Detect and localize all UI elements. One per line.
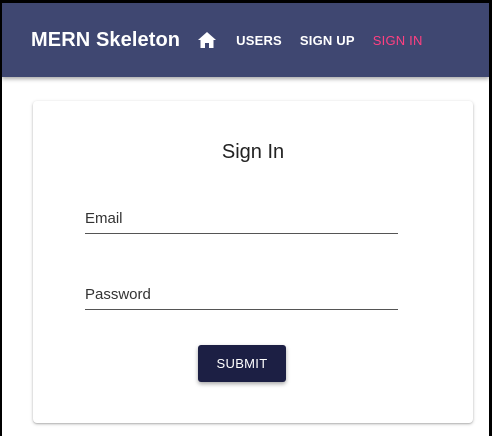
submit-button[interactable]: SUBMIT — [198, 345, 286, 382]
nav-users[interactable]: USERS — [236, 33, 282, 48]
card-title: Sign In — [221, 141, 285, 163]
nav-sign-up[interactable]: SIGN UP — [300, 33, 355, 48]
sign-in-card: Sign In Email Password SUBMIT — [33, 101, 473, 423]
app-bar: MERN Skeleton USERS SIGN UP SIGN IN — [2, 3, 489, 77]
home-button[interactable] — [194, 27, 220, 53]
email-input[interactable] — [85, 214, 398, 231]
email-field[interactable]: Email — [85, 207, 398, 234]
brand-title: MERN Skeleton — [31, 28, 181, 51]
nav-sign-in[interactable]: SIGN IN — [373, 33, 423, 48]
password-input[interactable] — [85, 290, 398, 307]
home-icon — [198, 32, 217, 48]
app-window: MERN Skeleton USERS SIGN UP SIGN IN Sign… — [0, 0, 492, 436]
password-field[interactable]: Password — [85, 283, 398, 310]
